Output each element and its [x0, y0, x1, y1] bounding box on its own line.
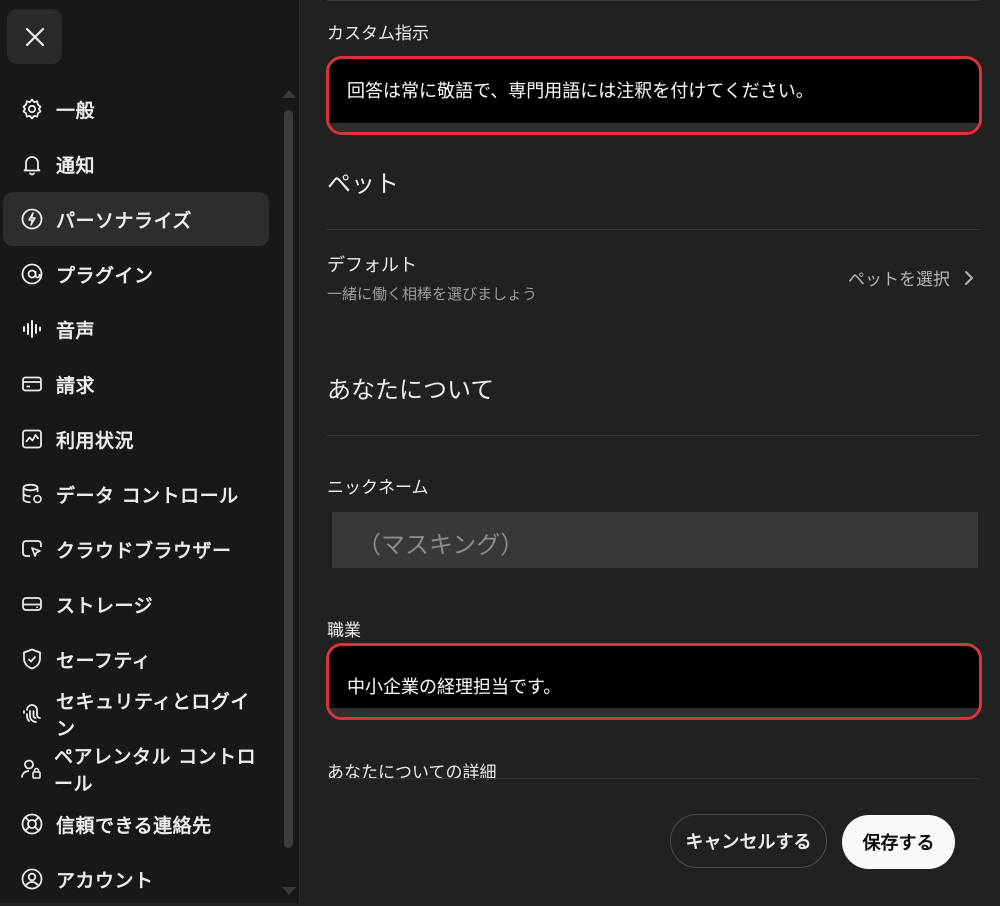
bell-icon	[19, 151, 45, 177]
sidebar-item-cloud-browser[interactable]: クラウドブラウザー	[3, 522, 269, 576]
at-icon	[19, 261, 45, 287]
parental-icon	[19, 756, 43, 782]
sidebar-item-account[interactable]: アカウント	[3, 852, 269, 906]
pet-default-title: デフォルト	[327, 255, 417, 276]
occupation-label: 職業	[327, 621, 361, 641]
divider	[327, 229, 980, 230]
divider	[327, 0, 980, 1]
sidebar-item-label: アカウント	[56, 869, 154, 892]
cancel-button[interactable]: キャンセルする	[670, 814, 827, 868]
close-button[interactable]	[7, 9, 62, 64]
occupation-value: 中小企業の経理担当です。	[347, 677, 562, 698]
pet-default-subtitle: 一緒に働く相棒を選びましょう	[327, 285, 538, 303]
fingerprint-icon	[19, 701, 45, 727]
settings-sidebar: 一般 通知 パーソナライズ プラグイン 音声 請求 利用状況 データ コントロー…	[0, 0, 300, 903]
nickname-label: ニックネーム	[327, 478, 429, 498]
sidebar-item-label: プラグイン	[56, 264, 154, 287]
sidebar-item-label: セーフティ	[56, 649, 152, 672]
sidebar-item-data-controls[interactable]: データ コントロール	[3, 467, 269, 521]
scrollbar-thumb[interactable]	[284, 110, 293, 848]
custom-instructions-label: カスタム指示	[327, 24, 429, 44]
chart-icon	[19, 426, 45, 452]
save-button[interactable]: 保存する	[842, 815, 955, 869]
lifebuoy-icon	[19, 811, 45, 837]
field-underline	[329, 123, 979, 132]
sidebar-item-label: クラウドブラウザー	[56, 539, 232, 562]
sidebar-item-label: パーソナライズ	[56, 209, 192, 232]
user-circle-icon	[19, 866, 45, 892]
sidebar-scrollbar[interactable]	[282, 90, 296, 895]
sidebar-item-personalize[interactable]: パーソナライズ	[3, 192, 269, 246]
sidebar-item-label: 請求	[56, 374, 96, 397]
about-you-heading: あなたについて	[327, 376, 495, 404]
shield-icon	[19, 646, 45, 672]
personalize-icon	[19, 206, 45, 232]
sidebar-item-label: 通知	[56, 154, 96, 177]
sidebar-item-general[interactable]: 一般	[3, 82, 269, 136]
sidebar-item-billing[interactable]: 請求	[3, 357, 269, 411]
nickname-value: （マスキング）	[357, 531, 525, 559]
select-pet-label: ペットを選択	[848, 270, 950, 290]
more-about-you-label: あなたについての詳細	[327, 763, 497, 783]
card-icon	[19, 371, 45, 397]
cloud-browser-icon	[19, 536, 45, 562]
divider	[327, 778, 980, 779]
select-pet-button[interactable]: ペットを選択	[848, 265, 974, 290]
sidebar-item-storage[interactable]: ストレージ	[3, 577, 269, 631]
sidebar-item-notifications[interactable]: 通知	[3, 137, 269, 191]
sidebar-item-plugins[interactable]: プラグイン	[3, 247, 269, 301]
sidebar-item-label: 信頼できる連絡先	[56, 814, 212, 837]
occupation-field[interactable]: 中小企業の経理担当です。	[326, 643, 982, 720]
gear-icon	[19, 96, 45, 122]
sidebar-item-safety[interactable]: セーフティ	[3, 632, 269, 686]
field-underline	[329, 708, 979, 717]
nickname-field[interactable]: （マスキング）	[328, 512, 978, 568]
sidebar-item-parental-controls[interactable]: ペアレンタル コントロール	[3, 742, 269, 796]
chevron-right-icon	[965, 270, 973, 285]
pet-heading: ペット	[327, 170, 399, 198]
database-icon	[19, 481, 45, 507]
sidebar-item-label: ストレージ	[56, 594, 154, 617]
scroll-down-arrow-icon[interactable]	[282, 887, 296, 895]
storage-icon	[19, 591, 45, 617]
close-icon	[25, 27, 44, 46]
divider	[327, 435, 980, 436]
sidebar-item-label: 音声	[56, 319, 96, 342]
sidebar-item-label: 利用状況	[56, 429, 135, 452]
sidebar-item-label: セキュリティとログイン	[55, 691, 250, 740]
custom-instructions-value: 回答は常に敬語で、専門用語には注釈を付けてください。	[347, 81, 814, 102]
waveform-icon	[19, 316, 45, 342]
custom-instructions-field[interactable]: 回答は常に敬語で、専門用語には注釈を付けてください。	[326, 56, 982, 135]
personalize-panel: カスタム指示 回答は常に敬語で、専門用語には注釈を付けてください。 ペット デフ…	[300, 0, 1000, 903]
sidebar-item-label: データ コントロール	[56, 484, 239, 507]
sidebar-item-label: ペアレンタル コントロール	[54, 746, 257, 795]
sidebar-item-label: 一般	[56, 99, 96, 122]
scroll-up-arrow-icon[interactable]	[282, 90, 296, 98]
sidebar-item-voice[interactable]: 音声	[3, 302, 269, 356]
sidebar-item-usage[interactable]: 利用状況	[3, 412, 269, 466]
sidebar-item-security-login[interactable]: セキュリティとログイン	[3, 687, 269, 741]
sidebar-item-trusted-contacts[interactable]: 信頼できる連絡先	[3, 797, 269, 851]
